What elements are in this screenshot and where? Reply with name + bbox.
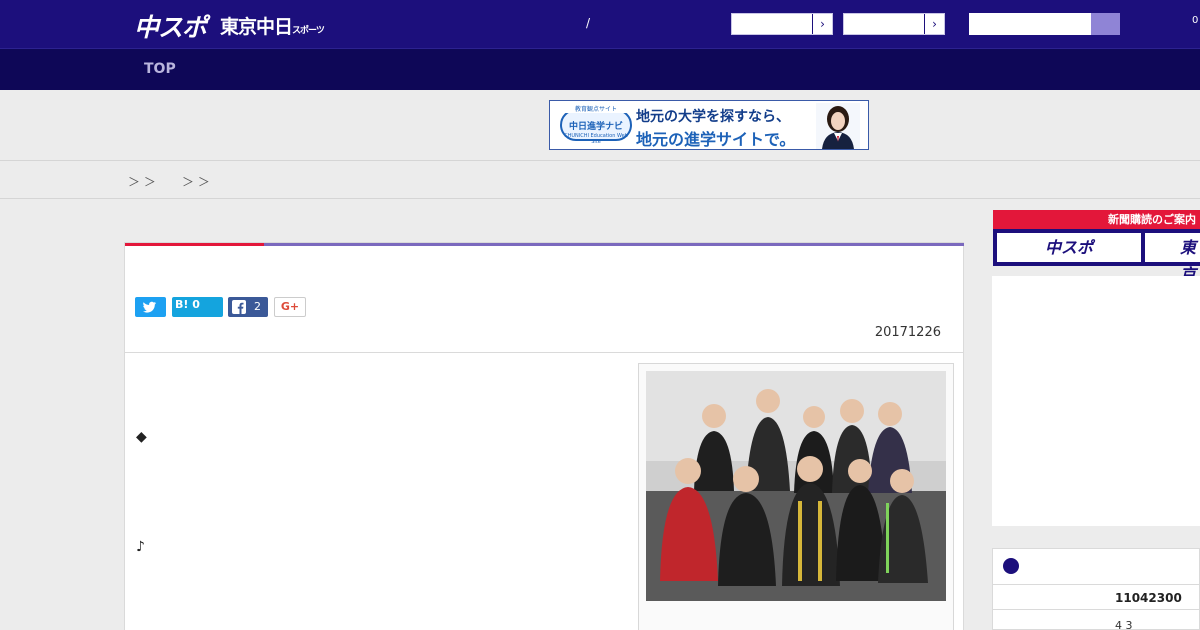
- twitter-share-button[interactable]: [135, 297, 166, 317]
- header-count: 0: [1192, 15, 1199, 26]
- breadcrumb-sep-2: ＞ ＞: [182, 175, 210, 189]
- google-plus-share-button[interactable]: G+: [274, 297, 306, 317]
- subscribe-tokyo-button[interactable]: 東京: [1145, 233, 1200, 284]
- score-row-value: 11042300: [1115, 591, 1182, 605]
- baseball-icon: [1003, 558, 1019, 574]
- baseball-score-box: 11042300 4 3: [992, 548, 1200, 630]
- tokyo-chunichi-logo-text: 東京中日: [220, 16, 293, 38]
- chuspo-logo[interactable]: 中スポ: [134, 8, 207, 44]
- search-input[interactable]: [969, 13, 1120, 35]
- subscription-ad-header: 新聞購読のご案内: [993, 210, 1200, 229]
- subscribe-chuspo-button[interactable]: 中スポ: [997, 233, 1141, 262]
- tokyo-chunichi-logo[interactable]: 東京中日スポーツ: [220, 12, 325, 39]
- facebook-icon: [232, 300, 246, 314]
- score-row-2: 4 3: [1115, 619, 1133, 630]
- facebook-count: 2: [254, 300, 261, 313]
- article-accent-red: [125, 243, 264, 246]
- banner-ad[interactable]: 教育観点サイト 中日進学ナビ CHUNICHI Education Web Si…: [549, 100, 869, 150]
- chevron-right-icon[interactable]: ›: [812, 14, 832, 34]
- article-accent-purple: [264, 243, 964, 246]
- global-nav: TOP: [0, 48, 1200, 90]
- subscription-ad[interactable]: 新聞購読のご案内 中スポ 東京: [993, 210, 1200, 284]
- article-photo-frame: [638, 363, 954, 630]
- breadcrumb: ＞ ＞ ＞ ＞: [0, 160, 1200, 199]
- header-select-2[interactable]: ›: [843, 13, 945, 35]
- article-date: 20171226: [874, 325, 941, 340]
- article-card: B! 0 2 G+ 20171226 ◆ ♪: [124, 242, 964, 630]
- chevron-right-icon[interactable]: ›: [924, 14, 944, 34]
- facebook-share-button[interactable]: 2: [228, 297, 268, 317]
- twitter-bird-icon: [143, 301, 157, 313]
- group-photo[interactable]: [646, 371, 946, 601]
- score-row[interactable]: 11042300: [993, 584, 1199, 610]
- site-header: 中スポ 東京中日スポーツ / › › 0: [0, 0, 1200, 48]
- breadcrumb-sep-1: ＞ ＞: [128, 175, 156, 189]
- article-paragraph-note: ♪: [136, 539, 145, 555]
- article-divider: [125, 352, 963, 353]
- nav-item-top[interactable]: TOP: [144, 61, 176, 77]
- header-select-1[interactable]: ›: [731, 13, 833, 35]
- hatena-bookmark-button[interactable]: B! 0: [172, 297, 223, 317]
- search-button[interactable]: [1091, 13, 1120, 35]
- shingaku-navi-badge: 教育観点サイト 中日進学ナビ CHUNICHI Education Web Si…: [560, 104, 632, 145]
- banner-person-image: [816, 103, 860, 149]
- badge-main-text: 中日進学ナビ: [568, 122, 623, 132]
- article-paragraph-diamond: ◆: [136, 429, 147, 445]
- badge-top-text: 教育観点サイト: [562, 104, 630, 113]
- header-slash: /: [586, 16, 591, 30]
- hatena-bookmark-label: B! 0: [175, 298, 200, 311]
- tokyo-chunichi-logo-small: スポーツ: [292, 26, 325, 36]
- badge-sub-text: CHUNICHI Education Web Site: [564, 133, 628, 145]
- banner-line-1: 地元の大学を探すなら、: [636, 109, 790, 125]
- side-ad-slot: [992, 276, 1200, 526]
- banner-line-2: 地元の進学サイトで。: [636, 130, 796, 149]
